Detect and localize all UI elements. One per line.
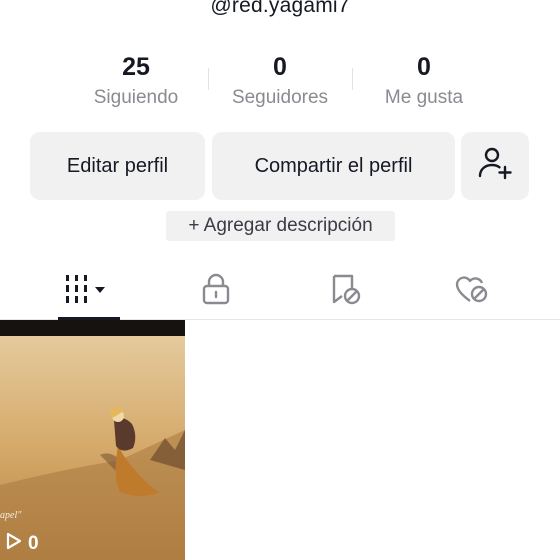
grid-icon — [64, 274, 112, 309]
stat-likes-label: Me gusta — [384, 87, 464, 108]
content-tabs — [0, 262, 560, 320]
stat-following-value: 25 — [122, 53, 150, 81]
video-view-count: 0 — [6, 532, 39, 556]
play-icon — [6, 532, 22, 556]
stat-following[interactable]: 25 Siguiendo — [61, 52, 211, 110]
add-description-button[interactable]: + Agregar descripción — [166, 211, 395, 241]
share-profile-label: Compartir el perfil — [254, 154, 413, 177]
heart-hidden-icon — [454, 273, 490, 310]
person-add-icon — [477, 145, 513, 187]
tab-liked[interactable] — [402, 262, 542, 320]
video-thumbnail-image — [0, 320, 185, 560]
edit-profile-button[interactable]: Editar perfil — [30, 132, 205, 200]
stats-row: 25 Siguiendo 0 Seguidores 0 Me gusta — [0, 52, 560, 114]
video-thumbnail[interactable]: apel" 0 — [0, 320, 185, 560]
stat-likes-value: 0 — [417, 53, 431, 81]
bookmark-hidden-icon — [329, 272, 363, 311]
add-description-label: + Agregar descripción — [188, 215, 373, 236]
stat-likes[interactable]: 0 Me gusta — [349, 52, 499, 110]
add-friend-button[interactable] — [461, 132, 529, 200]
video-caption-fragment: apel" — [0, 510, 22, 521]
video-view-count-value: 0 — [28, 533, 39, 554]
profile-page: @red.yagami7 25 Siguiendo 0 Seguidores 0… — [0, 0, 560, 560]
stat-followers-label: Seguidores — [231, 87, 329, 108]
lock-icon — [201, 273, 231, 310]
tab-private[interactable] — [146, 262, 286, 320]
stat-followers[interactable]: 0 Seguidores — [205, 52, 355, 110]
edit-profile-label: Editar perfil — [66, 154, 169, 177]
stat-followers-value: 0 — [273, 53, 287, 81]
profile-username: @red.yagami7 — [210, 0, 350, 17]
video-top-bar — [0, 320, 185, 336]
tab-saved[interactable] — [276, 262, 416, 320]
share-profile-button[interactable]: Compartir el perfil — [212, 132, 455, 200]
stat-following-label: Siguiendo — [93, 87, 179, 108]
tab-videos[interactable] — [18, 262, 158, 320]
